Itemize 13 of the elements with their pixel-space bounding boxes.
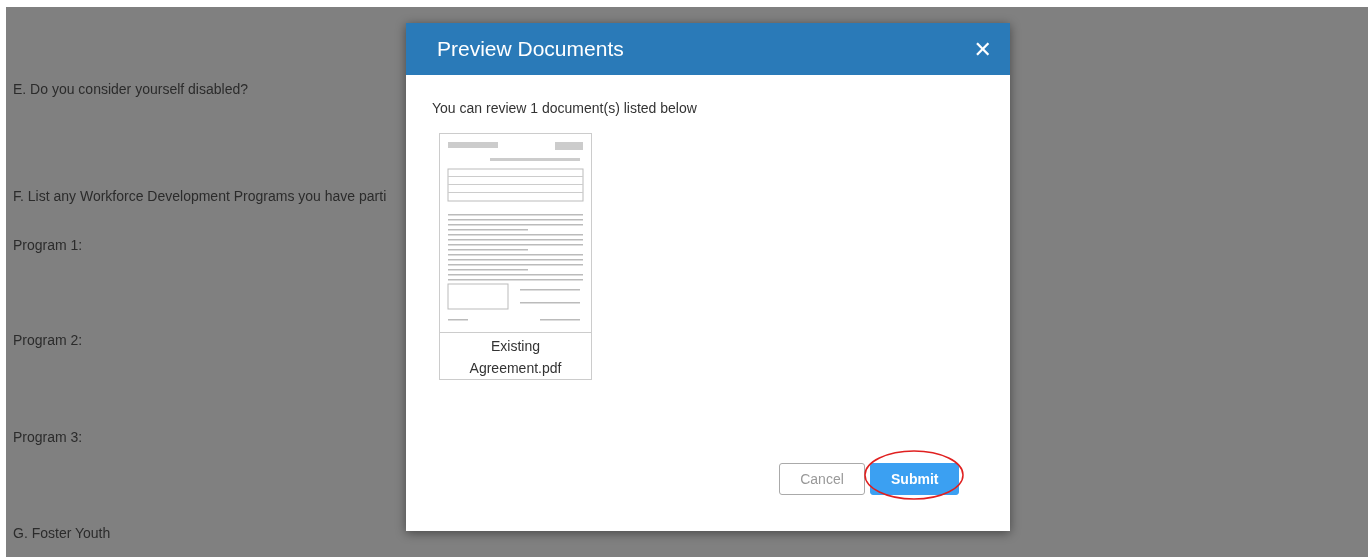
document-card[interactable]: Existing Agreement.pdf [439, 133, 592, 380]
document-name: Existing Agreement.pdf [468, 337, 563, 378]
dialog-title: Preview Documents [437, 37, 624, 61]
form-question: Program 3: [13, 428, 83, 447]
form-question: Program 1: [13, 236, 83, 255]
dialog-message: You can review 1 document(s) listed below [432, 100, 698, 116]
submit-button[interactable]: Submit [870, 463, 959, 495]
form-question: E. Do you consider yourself disabled? [13, 80, 249, 99]
form-question: Program 2: [13, 331, 83, 350]
close-button[interactable]: ✕ [973, 36, 992, 62]
cancel-button[interactable]: Cancel [779, 463, 865, 495]
form-question: F. List any Workforce Development Programs you have parti [13, 187, 387, 206]
form-question: G. Foster Youth [13, 524, 111, 543]
